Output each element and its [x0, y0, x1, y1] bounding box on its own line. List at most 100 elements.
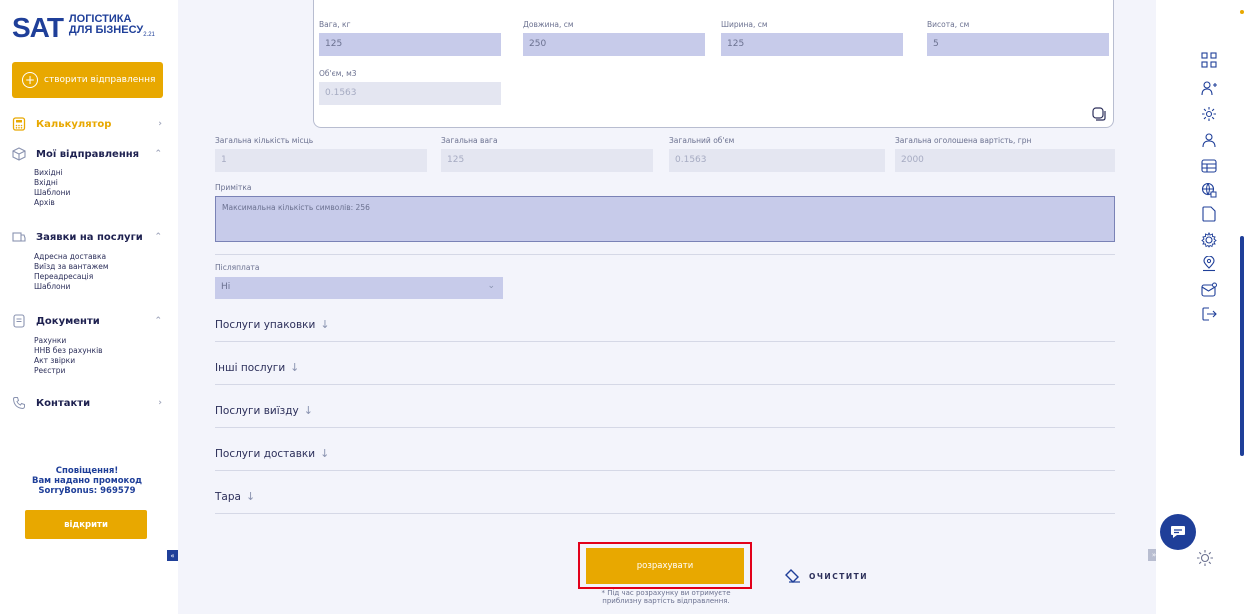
gear-icon[interactable] — [1201, 231, 1217, 248]
sublink-address-delivery[interactable]: Адресна доставка — [34, 252, 109, 262]
table-icon[interactable] — [1201, 158, 1217, 174]
length-input[interactable]: 250 — [523, 33, 705, 56]
sidebar-item-documents[interactable]: Документи ⌃ — [12, 314, 162, 328]
copy-icon[interactable] — [1092, 106, 1106, 121]
cod-select[interactable]: Ні ⌄ — [215, 277, 503, 299]
sublink-reconciliation[interactable]: Акт звірки — [34, 356, 103, 366]
calculation-note-line: * Під час розрахунку ви отримуєте — [601, 589, 731, 597]
sublink-request-templates[interactable]: Шаблони — [34, 282, 109, 292]
divider — [215, 427, 1115, 428]
sidebar-item-service-requests[interactable]: Заявки на послуги ⌃ — [12, 230, 162, 244]
section-delivery-services[interactable]: Послуги доставки ↓ — [215, 447, 329, 460]
logout-icon[interactable] — [1201, 306, 1217, 322]
volume-label: Об'єм, м3 — [319, 69, 357, 78]
sidebar-item-label: Заявки на послуги — [36, 231, 143, 243]
calculation-note: * Під час розрахунку ви отримуєте прибли… — [556, 589, 776, 605]
requests-sublist: Адресна доставка Виїзд за вантажем Переа… — [34, 252, 109, 292]
chevron-down-icon: ⌄ — [487, 281, 495, 291]
weight-label: Вага, кг — [319, 20, 351, 29]
sublink-registers[interactable]: Реєстри — [34, 366, 103, 376]
section-label: Послуги упаковки — [215, 319, 316, 331]
total-weight-label: Загальна вага — [441, 136, 498, 145]
sidebar-item-label: Калькулятор — [36, 118, 112, 130]
file-icon[interactable] — [1201, 206, 1217, 222]
sidebar-item-label: Мої відправлення — [36, 148, 140, 160]
sublink-pickup[interactable]: Виїзд за вантажем — [34, 262, 109, 272]
globe-icon[interactable] — [1201, 182, 1217, 198]
contracts-icon[interactable] — [1201, 52, 1217, 68]
divider — [215, 341, 1115, 342]
sidebar-item-label: Документи — [36, 315, 100, 327]
logo-version: 2.21 — [143, 32, 155, 39]
mail-icon[interactable] — [1201, 282, 1217, 298]
sublink-templates[interactable]: Шаблони — [34, 188, 70, 198]
add-user-icon[interactable] — [1201, 80, 1217, 96]
plus-circle-icon: + — [22, 72, 38, 88]
sidebar-item-label: Контакти — [36, 397, 91, 409]
location-icon[interactable] — [1201, 255, 1217, 272]
sublink-archive[interactable]: Архів — [34, 198, 70, 208]
chevron-up-icon: ⌃ — [154, 149, 162, 159]
scrollbar[interactable] — [1240, 236, 1244, 456]
note-textarea[interactable]: Максимальна кількість символів: 256 — [215, 196, 1115, 242]
chevron-right-icon: › — [158, 398, 162, 408]
calculate-button[interactable]: розрахувати — [586, 548, 744, 584]
chevron-up-icon: ⌃ — [154, 316, 162, 326]
sidebar: SAT ЛОГІСТИКА ДЛЯ БІЗНЕСУ2.21 + створити… — [0, 0, 170, 614]
sidebar-item-calculator[interactable]: Калькулятор › — [12, 117, 162, 131]
sublink-incoming[interactable]: Вхідні — [34, 178, 70, 188]
create-shipment-button[interactable]: + створити відправлення — [12, 62, 163, 98]
section-tare[interactable]: Тара ↓ — [215, 490, 255, 503]
arrow-down-icon: ↓ — [320, 318, 330, 331]
section-other-services[interactable]: Інші послуги ↓ — [215, 361, 299, 374]
volume-field: 0.1563 — [319, 82, 501, 105]
open-notice-button[interactable]: відкрити — [25, 510, 147, 539]
cod-label: Післяплата — [215, 263, 260, 272]
declared-value-field: 2000 — [895, 149, 1115, 172]
width-label: Ширина, см — [721, 20, 768, 29]
height-input[interactable]: 5 — [927, 33, 1109, 56]
section-pickup-services[interactable]: Послуги виїзду ↓ — [215, 404, 313, 417]
sublink-outgoing[interactable]: Вихідні — [34, 168, 70, 178]
arrow-down-icon: ↓ — [245, 490, 256, 503]
divider — [215, 470, 1115, 471]
app: SAT ЛОГІСТИКА ДЛЯ БІЗНЕСУ2.21 + створити… — [0, 0, 1260, 614]
eraser-icon — [785, 569, 801, 583]
theme-toggle-icon[interactable] — [1196, 549, 1214, 567]
calculator-icon — [12, 117, 26, 131]
arrow-down-icon: ↓ — [290, 361, 300, 374]
chat-button[interactable] — [1160, 514, 1196, 550]
request-icon — [12, 230, 26, 244]
scroll-indicator-top — [1240, 10, 1244, 14]
notice-line: Вам надано промокод — [31, 476, 143, 486]
clear-button[interactable]: ОЧИСТИТИ — [785, 569, 868, 583]
arrow-down-icon: ↓ — [320, 447, 330, 460]
documents-sublist: Рахунки ННВ без рахунків Акт звірки Реєс… — [34, 336, 103, 376]
divider — [215, 513, 1115, 514]
sublink-waybills[interactable]: ННВ без рахунків — [34, 346, 103, 356]
logo-sat: SAT — [12, 12, 64, 43]
box-icon — [12, 147, 26, 161]
section-packaging[interactable]: Послуги упаковки ↓ — [215, 318, 330, 331]
settings-icon[interactable] — [1201, 106, 1217, 122]
notice-promo-code: SorryBonus: 969579 — [38, 486, 136, 496]
sublink-invoices[interactable]: Рахунки — [34, 336, 103, 346]
declared-value-label: Загальна оголошена вартість, грн — [895, 136, 1032, 145]
divider — [215, 254, 1115, 255]
width-input[interactable]: 125 — [721, 33, 903, 56]
sublink-redirect[interactable]: Переадресація — [34, 272, 109, 282]
weight-input[interactable]: 125 — [319, 33, 501, 56]
sidebar-item-my-shipments[interactable]: Мої відправлення ⌃ — [12, 147, 162, 161]
document-icon — [12, 314, 26, 328]
main-content: Вага, кг 125 Довжина, см 250 Ширина, см … — [178, 0, 1156, 614]
user-icon[interactable] — [1201, 132, 1217, 148]
logo[interactable]: SAT ЛОГІСТИКА ДЛЯ БІЗНЕСУ2.21 — [12, 12, 155, 44]
total-volume-field: 0.1563 — [669, 149, 885, 172]
sidebar-item-contacts[interactable]: Контакти › — [12, 396, 162, 410]
logo-text: ЛОГІСТИКА ДЛЯ БІЗНЕСУ2.21 — [69, 14, 155, 41]
total-volume-label: Загальний об'єм — [669, 136, 735, 145]
section-label: Інші послуги — [215, 362, 286, 374]
collapse-sidebar-button[interactable]: « — [167, 550, 178, 561]
section-label: Послуги доставки — [215, 448, 316, 460]
total-weight-field: 125 — [441, 149, 653, 172]
